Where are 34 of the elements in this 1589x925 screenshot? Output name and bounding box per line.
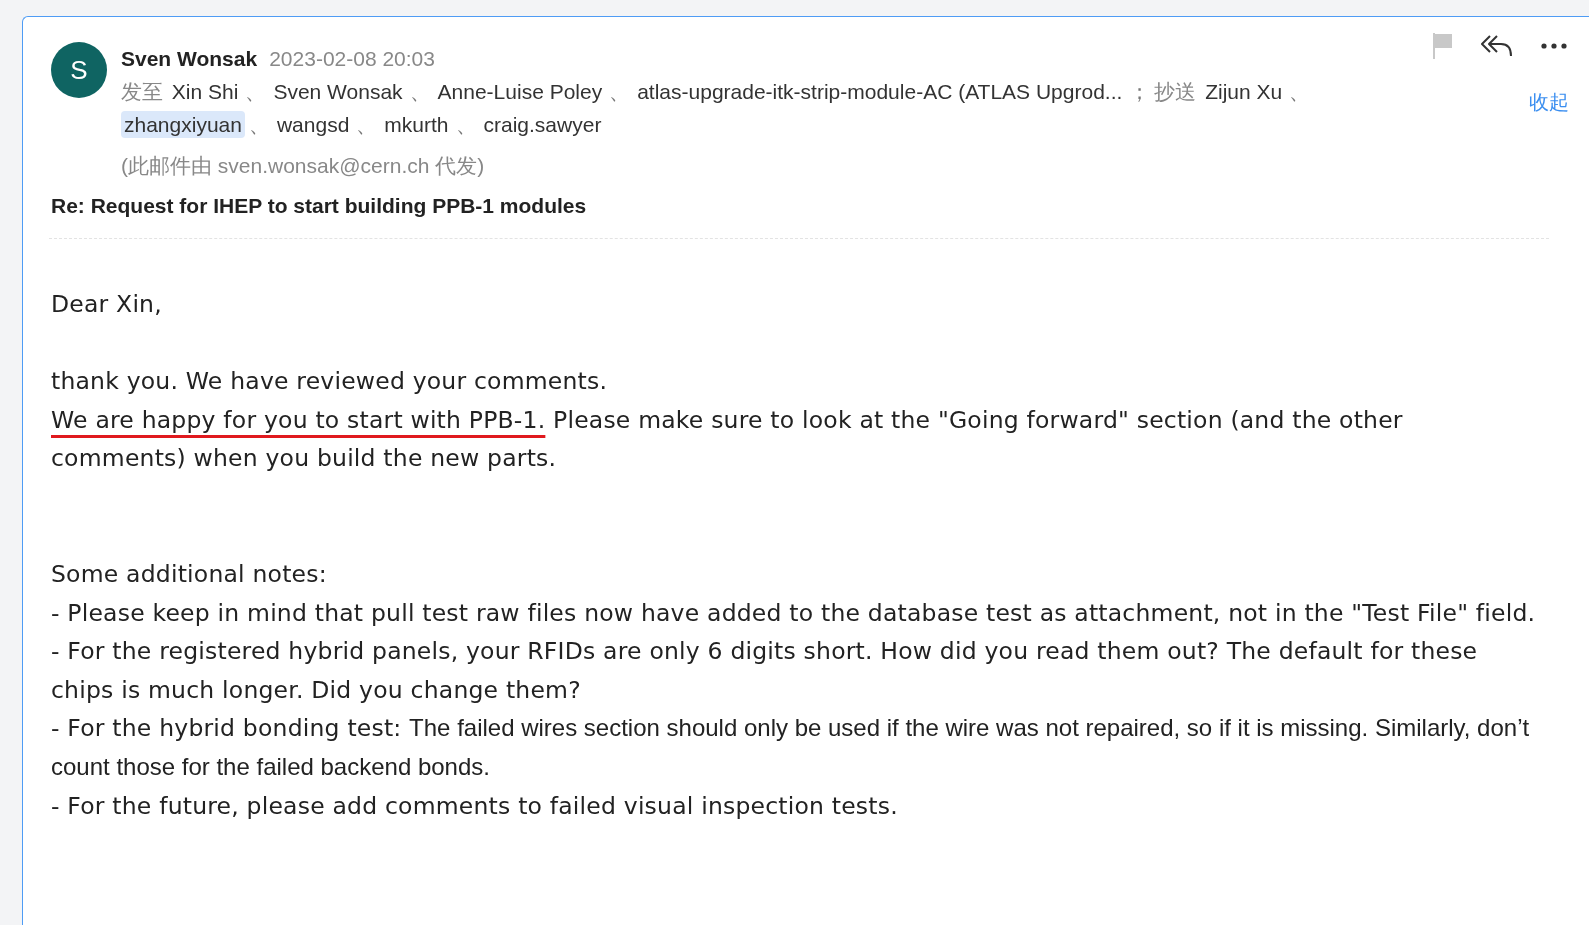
separator: 、 bbox=[1289, 80, 1311, 103]
body-paragraph: Dear Xin, bbox=[51, 289, 163, 320]
reply-all-icon[interactable] bbox=[1481, 33, 1513, 59]
body-paragraph: We are happy for you to start with PPB-1. Please make sure to look at the "Going forward" section (and the other comments) when you build the new parts. bbox=[51, 404, 1404, 475]
recipient-name[interactable]: wangsd bbox=[273, 111, 353, 138]
subject: Re: Request for IHEP to start building PPB-1 modules bbox=[51, 194, 588, 218]
recipient-name[interactable]: Anne-Luise Poley bbox=[434, 78, 606, 105]
separator: 、 bbox=[455, 113, 477, 136]
separator: 、 bbox=[245, 80, 267, 103]
recipient-name[interactable]: craig.sawyer bbox=[480, 111, 605, 138]
body-paragraph: Some additional notes: bbox=[51, 558, 328, 590]
body-paragraph: thank you. We have reviewed your comments. bbox=[51, 366, 609, 398]
recipient-label: 发至 bbox=[121, 80, 163, 103]
body-paragraph: - For the registered hybrid panels, your RFIDs are only 6 digits short. How did you read them out? The default for these chips is much longer. Did you change them? bbox=[51, 636, 1479, 706]
recipient-name[interactable]: Xin Shi bbox=[168, 78, 242, 105]
message-date: 2023-02-08 20:03 bbox=[269, 47, 435, 70]
avatar: S bbox=[51, 42, 107, 98]
body-paragraph: - For the hybrid bonding test: The failed wires section should only be used if the wire was not repaired, so if it is missing. Similarly, don’t count those for the failed backend bonds. bbox=[51, 713, 1531, 782]
recipient-name[interactable]: mkurth bbox=[381, 111, 452, 138]
recipient-name[interactable]: Zijun Xu bbox=[1202, 78, 1286, 105]
separator: ； bbox=[1129, 80, 1151, 103]
recipient-name[interactable]: atlas-upgrade-itk-strip-module-AC (ATLAS Upgrod... bbox=[634, 78, 1126, 105]
separator: 、 bbox=[248, 113, 270, 136]
separator: 、 bbox=[356, 113, 378, 136]
recipient-name[interactable]: Sven Wonsak bbox=[270, 78, 406, 105]
separator: 、 bbox=[609, 80, 631, 103]
body-paragraph: - Please keep in mind that pull test raw files now have added to the database test as attachment, not in the "Test File" field. bbox=[51, 597, 1537, 629]
recipient-label: 抄送 bbox=[1154, 80, 1197, 103]
body-paragraph: - For the future, please add comments to failed visual inspection tests. bbox=[51, 790, 899, 822]
recipient-name[interactable]: zhangxiyuan bbox=[121, 111, 245, 138]
more-icon[interactable] bbox=[1541, 43, 1567, 49]
sender-name[interactable]: Sven Wonsak bbox=[121, 47, 258, 70]
sent-on-behalf-note: (此邮件由 sven.wonsak@cern.ch 代发) bbox=[121, 153, 485, 179]
separator: 、 bbox=[409, 80, 431, 103]
